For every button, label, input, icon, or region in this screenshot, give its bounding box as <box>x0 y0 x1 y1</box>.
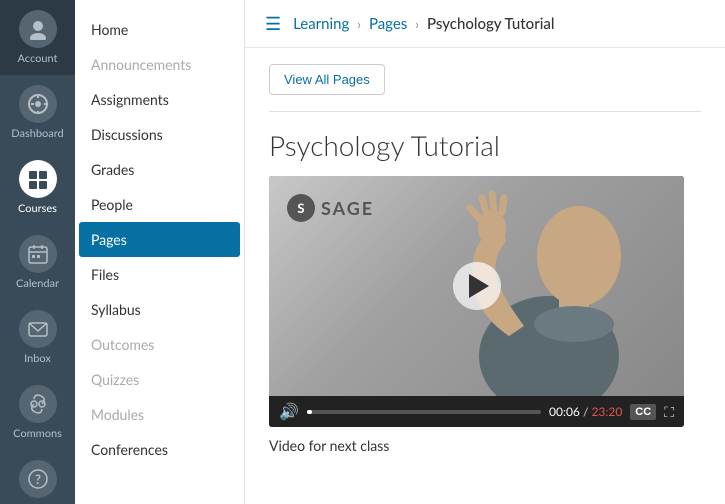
sidebar-item-inbox[interactable]: Inbox <box>0 300 75 375</box>
help-icon: ? <box>19 460 57 498</box>
inbox-label: Inbox <box>24 352 51 365</box>
fullscreen-icon[interactable]: ⛶ <box>664 403 674 421</box>
sidebar-item-grades[interactable]: Grades <box>75 152 244 187</box>
svg-text:?: ? <box>35 471 41 487</box>
sidebar-item-home[interactable]: Home <box>75 12 244 47</box>
calendar-icon <box>19 235 57 273</box>
sidebar-item-people[interactable]: People <box>75 187 244 222</box>
sidebar-item-announcements[interactable]: Announcements <box>75 47 244 82</box>
sidebar-item-account[interactable]: Account <box>0 0 75 75</box>
calendar-label: Calendar <box>16 277 59 290</box>
breadcrumb-current: Psychology Tutorial <box>427 15 555 33</box>
sidebar-item-files[interactable]: Files <box>75 257 244 292</box>
video-scene: S SAGE <box>269 176 684 396</box>
sidebar-item-dashboard[interactable]: Dashboard <box>0 75 75 150</box>
view-all-pages-button[interactable]: View All Pages <box>269 64 385 95</box>
volume-icon[interactable]: 🔊 <box>279 402 299 421</box>
breadcrumb-sep-1: › <box>357 16 361 32</box>
video-player: S SAGE <box>269 176 684 427</box>
time-current: 00:06 <box>549 404 580 419</box>
video-caption: Video for next class <box>269 437 701 454</box>
sage-circle-icon: S <box>287 194 315 222</box>
account-icon <box>19 10 57 48</box>
sage-logo: S SAGE <box>287 194 374 222</box>
sidebar-item-courses[interactable]: Courses <box>0 150 75 225</box>
time-total: 23:20 <box>591 404 622 419</box>
sidebar-item-conferences[interactable]: Conferences <box>75 432 244 467</box>
dashboard-label: Dashboard <box>11 127 63 140</box>
dashboard-icon <box>19 85 57 123</box>
page-title: Psychology Tutorial <box>269 128 701 162</box>
nav-bar: Account Dashboard Courses <box>0 0 75 504</box>
main-content: ☰ Learning › Pages › Psychology Tutorial… <box>245 0 725 504</box>
course-sidebar: Home Announcements Assignments Discussio… <box>75 0 245 504</box>
courses-label: Courses <box>18 202 57 215</box>
breadcrumb-pages[interactable]: Pages <box>369 15 407 33</box>
time-display: 00:06 / 23:20 <box>549 404 622 419</box>
page-content: View All Pages Psychology Tutorial S SAG… <box>245 48 725 470</box>
progress-bar[interactable] <box>307 410 541 414</box>
cc-button[interactable]: CC <box>630 404 656 420</box>
sidebar-item-calendar[interactable]: Calendar <box>0 225 75 300</box>
sidebar-item-pages[interactable]: Pages <box>79 222 240 257</box>
video-controls-bar: 🔊 00:06 / 23:20 CC ⛶ <box>269 396 684 427</box>
account-label: Account <box>18 52 58 65</box>
breadcrumb: ☰ Learning › Pages › Psychology Tutorial <box>245 0 725 48</box>
progress-fill <box>307 410 312 414</box>
sidebar-item-modules[interactable]: Modules <box>75 397 244 432</box>
divider <box>269 111 701 112</box>
sidebar-item-discussions[interactable]: Discussions <box>75 117 244 152</box>
sage-text: SAGE <box>321 197 374 219</box>
commons-icon <box>19 385 57 423</box>
menu-icon[interactable]: ☰ <box>265 12 281 35</box>
inbox-icon <box>19 310 57 348</box>
sidebar-item-outcomes[interactable]: Outcomes <box>75 327 244 362</box>
breadcrumb-sep-2: › <box>415 16 419 32</box>
sidebar-item-commons[interactable]: Commons <box>0 375 75 450</box>
breadcrumb-learning[interactable]: Learning <box>293 15 349 33</box>
sidebar-item-syllabus[interactable]: Syllabus <box>75 292 244 327</box>
sidebar-item-help[interactable]: ? <box>0 450 75 504</box>
play-icon <box>469 274 489 298</box>
courses-icon <box>19 160 57 198</box>
sidebar-item-quizzes[interactable]: Quizzes <box>75 362 244 397</box>
commons-label: Commons <box>13 427 62 440</box>
sidebar-item-assignments[interactable]: Assignments <box>75 82 244 117</box>
play-button[interactable] <box>453 262 501 310</box>
